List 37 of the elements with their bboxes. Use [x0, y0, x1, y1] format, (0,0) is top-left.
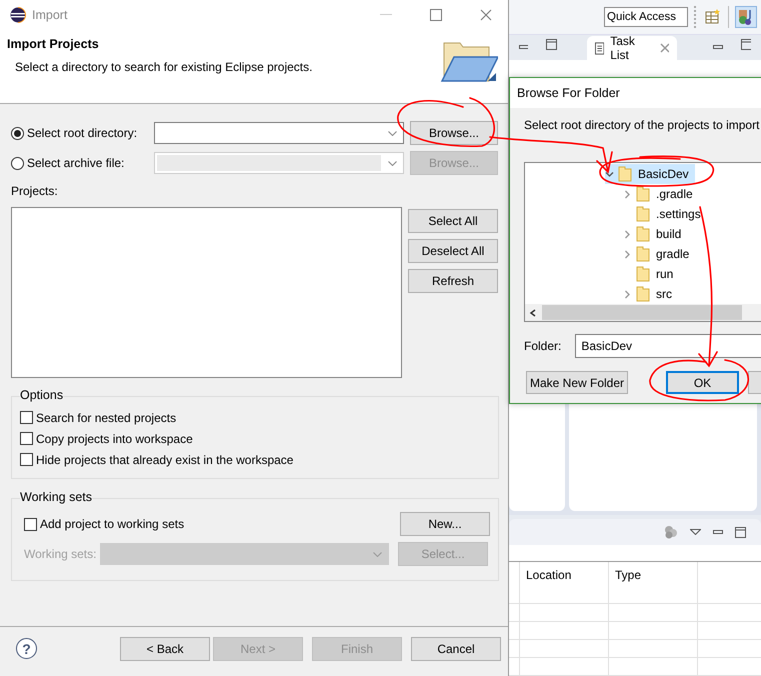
tree-item[interactable]: build: [623, 224, 688, 244]
checkbox-label: Copy projects into workspace: [36, 432, 193, 446]
checkbox-label: Hide projects that already exist in the workspace: [36, 452, 294, 466]
group-title: Working sets: [20, 490, 92, 504]
checkbox-label: Search for nested projects: [36, 410, 176, 424]
view-tab[interactable]: Task List: [586, 36, 678, 60]
dialog-button[interactable]: OK: [666, 371, 739, 394]
list-action-button[interactable]: Refresh: [408, 269, 498, 293]
tree-item[interactable]: .gradle: [623, 184, 699, 204]
option-label: Select root directory:: [27, 126, 138, 140]
page-description: Select a directory to search for existing Eclipse projects.: [14, 60, 314, 74]
tree-item[interactable]: BasicDev: [605, 164, 695, 184]
list-action-button[interactable]: Select All: [408, 209, 498, 233]
column-header[interactable]: Type: [609, 562, 698, 604]
dialog-instruction: Select root directory of the projects to import: [524, 118, 760, 132]
help-button[interactable]: ?: [16, 638, 37, 659]
option-label: Select archive file:: [27, 156, 126, 170]
field-label: Working sets:: [24, 547, 97, 561]
quick-access-field[interactable]: Quick Access: [604, 6, 688, 27]
field-label: Folder:: [524, 339, 562, 353]
page-title: Import Projects: [7, 37, 100, 51]
dialog-button[interactable]: Make New Folder: [526, 371, 628, 394]
tree-item[interactable]: .settings: [623, 204, 707, 224]
checkbox-label: Add project to working sets: [40, 517, 184, 531]
wizard-button[interactable]: Cancel: [411, 636, 501, 660]
window-title: Import: [32, 8, 68, 22]
tree-item[interactable]: gradle: [623, 244, 696, 264]
section-label: Projects:: [11, 184, 59, 198]
tree-item[interactable]: src: [623, 284, 678, 304]
group-title: Options: [20, 388, 64, 402]
browse-button[interactable]: Browse...: [410, 121, 498, 145]
tree-item[interactable]: run: [623, 264, 680, 284]
column-header[interactable]: Location: [520, 562, 609, 604]
list-action-button[interactable]: Deselect All: [408, 239, 498, 263]
wizard-button[interactable]: < Back: [120, 636, 210, 660]
dialog-title: Browse For Folder: [517, 86, 620, 100]
folder-field[interactable]: BasicDev: [575, 334, 761, 358]
